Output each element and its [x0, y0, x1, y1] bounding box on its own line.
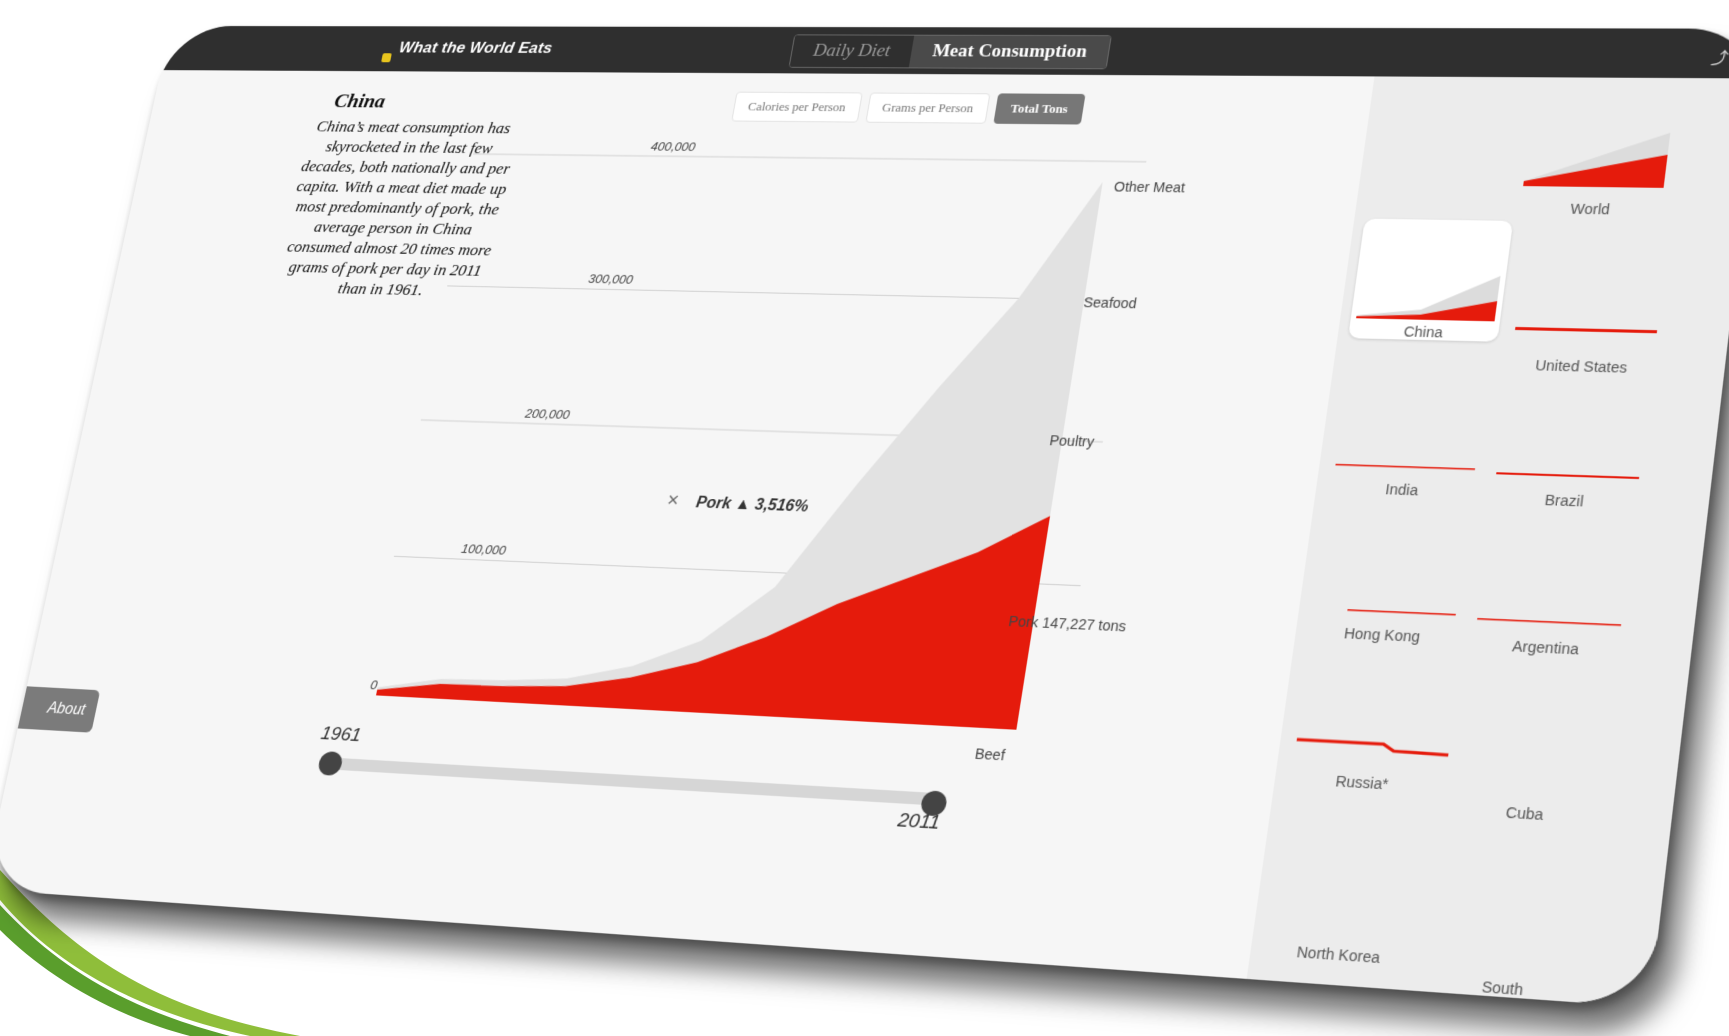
sidebar-item-label: Argentina	[1511, 637, 1580, 658]
united-states-thumbnail	[1515, 326, 1658, 334]
sidebar-item-hong-kong[interactable]: Hong Kong	[1305, 516, 1473, 647]
tab-calories-per-person[interactable]: Calories per Person	[731, 91, 863, 123]
slider-start-year: 1961	[319, 723, 363, 747]
app-title: What the World Eats	[397, 38, 555, 57]
meat-area-chart: 0100,000200,000300,000400,000Other MeatS…	[369, 139, 1187, 763]
y-tick-label: 200,000	[523, 406, 572, 422]
y-tick-label: 100,000	[460, 542, 508, 559]
sidebar-item-label: Brazil	[1543, 491, 1585, 510]
tab-meat-consumption[interactable]: Meat Consumption	[908, 35, 1112, 69]
sidebar-item-north-korea[interactable]: North Korea	[1261, 829, 1432, 968]
series-end-label: Other Meat	[1113, 179, 1187, 196]
sidebar-item-label: North Korea	[1295, 943, 1382, 967]
series-end-label: Seafood	[1083, 294, 1138, 311]
sidebar-item-united-states[interactable]: United States	[1504, 251, 1672, 376]
y-tick-label: 300,000	[587, 272, 635, 287]
sidebar-item-argentina[interactable]: Argentina	[1467, 527, 1638, 660]
sidebar-item-label: Cuba	[1504, 803, 1545, 824]
tooltip-close-icon[interactable]: ×	[665, 489, 680, 511]
country-title: China	[332, 89, 388, 112]
sidebar-item-russia[interactable]: Russia*	[1285, 661, 1455, 796]
china-thumbnail	[1356, 273, 1501, 322]
series-end-label: Beef	[974, 745, 1007, 763]
share-icon[interactable]: ⤴	[1710, 44, 1729, 68]
slider-track[interactable]	[323, 757, 934, 806]
russia-thumbnail	[1294, 666, 1459, 769]
sidebar-item-world[interactable]: World	[1514, 97, 1680, 218]
y-tick-label: 400,000	[650, 139, 698, 154]
sidebar-item-label: Hong Kong	[1343, 624, 1422, 645]
world-thumbnail	[1523, 131, 1671, 188]
unit-tabs: Calories per Person Grams per Person Tot…	[731, 91, 1086, 125]
country-sidebar: World China United States India Brazil H…	[1246, 76, 1729, 1008]
series-end-label: Poultry	[1048, 432, 1095, 450]
india-thumbnail	[1335, 463, 1476, 470]
app-screen: What the World Eats Daily Diet Meat Cons…	[0, 25, 1729, 1008]
sidebar-item-cuba[interactable]: Cuba	[1446, 689, 1618, 826]
sidebar-item-brazil[interactable]: Brazil	[1487, 383, 1656, 512]
sidebar-item-label: World	[1569, 200, 1611, 218]
slider-start-handle[interactable]	[316, 750, 344, 777]
tab-grams-per-person[interactable]: Grams per Person	[865, 92, 991, 124]
sidebar-item-label: China	[1402, 323, 1444, 341]
tab-total-tons[interactable]: Total Tons	[993, 93, 1086, 125]
sidebar-item-south-korea[interactable]: South	[1423, 861, 1597, 1003]
brazil-thumbnail	[1496, 472, 1640, 480]
about-button[interactable]: About	[0, 685, 101, 733]
sidebar-item-label: Russia*	[1334, 772, 1390, 793]
sidebar-item-label: South	[1480, 977, 1525, 999]
gridline	[473, 154, 1146, 162]
hong-kong-thumbnail	[1347, 609, 1456, 616]
tab-daily-diet[interactable]: Daily Diet	[789, 35, 914, 68]
top-bar: What the World Eats Daily Diet Meat Cons…	[160, 25, 1729, 79]
sidebar-item-label: India	[1384, 480, 1420, 499]
sidebar-item-label: United States	[1534, 357, 1629, 376]
sidebar-item-india[interactable]: India	[1326, 373, 1493, 500]
logo-mark	[381, 53, 392, 63]
argentina-thumbnail	[1477, 617, 1622, 626]
tooltip-label: Pork ▲ 3,516%	[695, 494, 810, 515]
sidebar-item-china[interactable]: China	[1348, 218, 1514, 342]
view-tabs: Daily Diet Meat Consumption	[788, 34, 1113, 70]
